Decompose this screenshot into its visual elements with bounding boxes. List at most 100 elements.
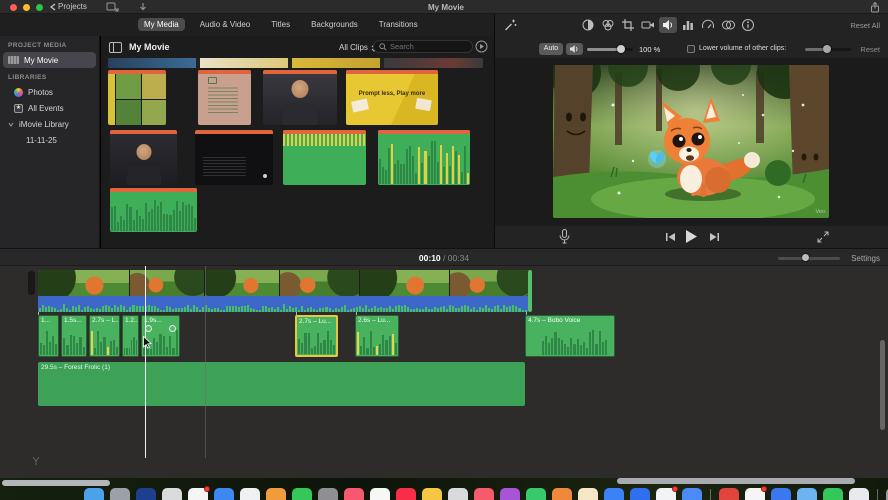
- dock-icon[interactable]: [682, 488, 702, 500]
- next-frame-button[interactable]: [709, 232, 720, 242]
- sidebar-item-photos[interactable]: Photos: [0, 84, 99, 100]
- close-window-button[interactable]: [10, 3, 17, 11]
- dock-icon[interactable]: [110, 488, 130, 500]
- dock-icon[interactable]: [745, 486, 767, 500]
- audio-clip-selected[interactable]: 2.7s – Lu...: [295, 315, 338, 357]
- dock-icon[interactable]: [823, 488, 843, 500]
- horizontal-scrollbar-left[interactable]: [2, 480, 110, 486]
- dock-icon[interactable]: [266, 488, 286, 500]
- tab-backgrounds[interactable]: Backgrounds: [305, 18, 364, 31]
- clip-thumbnail[interactable]: [384, 58, 483, 68]
- clip-thumbnail[interactable]: [292, 58, 380, 68]
- import-media-icon[interactable]: [106, 2, 119, 12]
- fullscreen-icon[interactable]: [817, 231, 829, 243]
- timeline-left-trim-handle[interactable]: [28, 271, 35, 295]
- video-frame[interactable]: [38, 270, 130, 296]
- auto-volume-button[interactable]: Auto: [539, 43, 563, 55]
- clip-thumbnail-audio-spiky[interactable]: [378, 130, 470, 185]
- zoom-window-button[interactable]: [36, 3, 43, 11]
- sidebar-item-all-events[interactable]: ★ All Events: [0, 100, 99, 116]
- lower-volume-checkbox[interactable]: [687, 45, 695, 53]
- dock-icon[interactable]: [526, 488, 546, 500]
- dock-icon[interactable]: [84, 488, 104, 500]
- minimize-window-button[interactable]: [23, 3, 30, 11]
- reset-all-button[interactable]: Reset All: [850, 21, 880, 30]
- video-frame[interactable]: [280, 270, 360, 296]
- sidebar-toggle-icon[interactable]: [109, 42, 122, 53]
- share-icon[interactable]: [870, 2, 880, 13]
- dock-icon[interactable]: [771, 488, 791, 500]
- dock-icon[interactable]: [474, 488, 494, 500]
- dock-icon[interactable]: [344, 488, 364, 500]
- dock-icon[interactable]: [318, 488, 338, 500]
- previous-frame-button[interactable]: [665, 232, 676, 242]
- enhance-wand-icon[interactable]: [501, 17, 519, 33]
- dock-icon[interactable]: [604, 488, 624, 500]
- fade-handle[interactable]: [145, 325, 152, 332]
- dock-icon[interactable]: [719, 488, 739, 500]
- clip-thumbnail-slide[interactable]: Prompt less, Play more: [346, 70, 438, 125]
- play-button[interactable]: [685, 229, 698, 244]
- audio-clip[interactable]: 2.7s – L...: [89, 315, 120, 357]
- clip-thumbnail[interactable]: [108, 58, 196, 68]
- sidebar-item-library-date[interactable]: 11-11-25: [0, 132, 99, 148]
- playhead[interactable]: [145, 266, 146, 458]
- audio-clip[interactable]: 4.7s – Bobo Voice: [525, 315, 615, 357]
- audio-clip[interactable]: 1...: [38, 315, 59, 357]
- reset-button[interactable]: Reset: [860, 45, 880, 54]
- audio-clip[interactable]: 2.6s – Lu...: [355, 315, 399, 357]
- video-frame[interactable]: [360, 270, 450, 296]
- crop-icon[interactable]: [619, 17, 637, 33]
- sidebar-item-imovie-library[interactable]: iMovie Library: [0, 116, 99, 132]
- lower-volume-slider-knob[interactable]: [823, 45, 831, 53]
- dock-icon[interactable]: [370, 488, 390, 500]
- play-through-icon[interactable]: [475, 40, 488, 53]
- clip-thumbnail-presenter-desk[interactable]: [110, 130, 177, 185]
- video-audio-track[interactable]: [38, 296, 528, 312]
- timeline-zoom-knob[interactable]: [802, 254, 809, 261]
- audio-clip[interactable]: 1.5s...: [61, 315, 87, 357]
- dock-icon[interactable]: [630, 488, 650, 500]
- dock-icon[interactable]: [578, 488, 598, 500]
- dock-icon[interactable]: [500, 488, 520, 500]
- clip-thumbnail-screen-recording[interactable]: [195, 130, 273, 185]
- speed-icon[interactable]: [699, 17, 717, 33]
- dock-icon[interactable]: [240, 488, 260, 500]
- music-clip[interactable]: 29.5s – Forest Frolic (1): [38, 362, 525, 406]
- thumbnail-strip-partial[interactable]: [108, 58, 483, 68]
- timeline-right-trim-handle[interactable]: [528, 270, 532, 312]
- tab-transitions[interactable]: Transitions: [373, 18, 424, 31]
- download-arrow-icon[interactable]: [138, 2, 148, 12]
- clip-thumbnail-fox-collage[interactable]: [108, 70, 166, 125]
- dock-icon[interactable]: [656, 486, 678, 500]
- video-track-filmstrip[interactable]: [38, 270, 528, 296]
- tab-audio-video[interactable]: Audio & Video: [194, 18, 257, 31]
- dock-icon[interactable]: [214, 488, 234, 500]
- dock-icon[interactable]: [188, 486, 210, 500]
- video-frame[interactable]: [130, 270, 205, 296]
- clip-thumbnail[interactable]: [200, 58, 288, 68]
- search-input[interactable]: [390, 42, 460, 51]
- stabilization-icon[interactable]: [639, 17, 657, 33]
- clips-filter-dropdown[interactable]: All Clips: [339, 43, 377, 52]
- tab-my-media[interactable]: My Media: [138, 18, 185, 31]
- dock-icon[interactable]: [552, 488, 572, 500]
- sidebar-item-my-movie[interactable]: My Movie: [3, 52, 96, 68]
- clip-thumbnail-audio-green[interactable]: [110, 188, 197, 232]
- timeline-zoom-slider[interactable]: [778, 257, 840, 260]
- audio-clip[interactable]: 1.2...: [122, 315, 139, 357]
- dock-icon[interactable]: [448, 488, 468, 500]
- clip-filter-icon[interactable]: [719, 17, 737, 33]
- video-frame[interactable]: [450, 270, 528, 296]
- fade-handle[interactable]: [169, 325, 176, 332]
- dock-icon[interactable]: [797, 488, 817, 500]
- clip-thumbnail-presenter[interactable]: [263, 70, 337, 125]
- horizontal-scrollbar-right[interactable]: [617, 478, 855, 484]
- timeline-vertical-scrollbar[interactable]: [880, 340, 885, 430]
- color-balance-icon[interactable]: [579, 17, 597, 33]
- dock-icon[interactable]: [162, 488, 182, 500]
- volume-icon[interactable]: [659, 17, 677, 33]
- mute-speaker-button[interactable]: [566, 43, 583, 55]
- dock-icon[interactable]: [396, 488, 416, 500]
- clip-thumbnail-document[interactable]: [198, 70, 251, 125]
